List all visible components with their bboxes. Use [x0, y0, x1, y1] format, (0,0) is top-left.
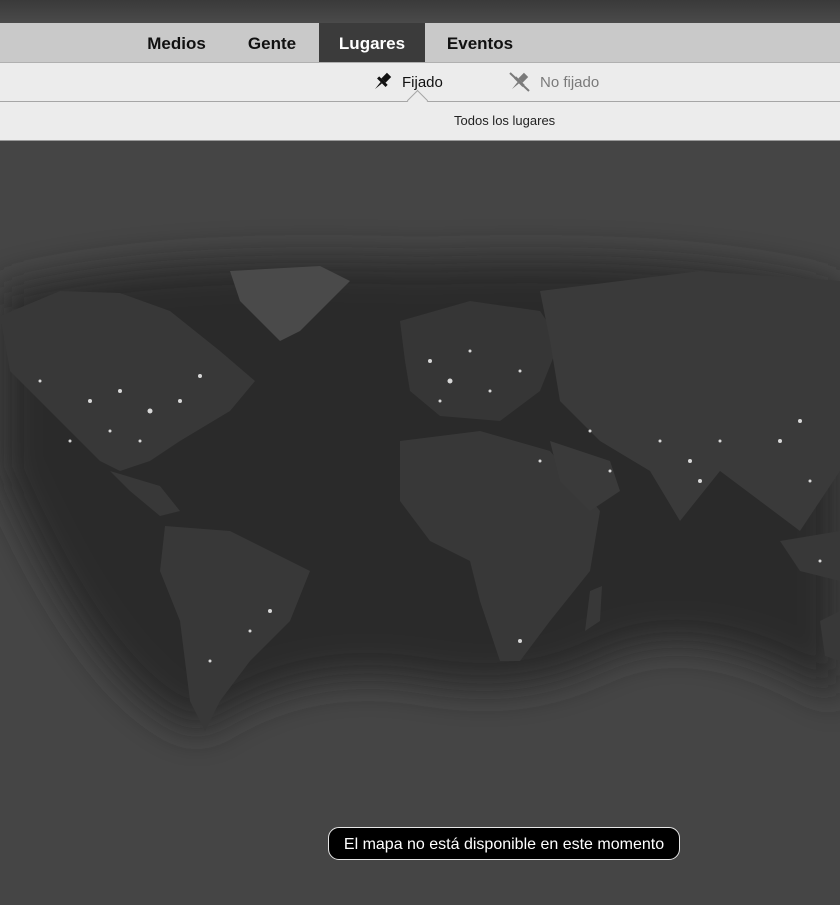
pinned-filter-label: Fijado — [402, 73, 443, 91]
tab-eventos[interactable]: Eventos — [425, 23, 535, 62]
tab-medios[interactable]: Medios — [128, 23, 225, 62]
pin-off-icon — [509, 72, 530, 92]
category-tab-bar: Medios Gente Lugares Eventos — [0, 23, 840, 63]
tab-gente[interactable]: Gente — [225, 23, 319, 62]
window-top-bar — [0, 0, 840, 23]
all-places-filter[interactable]: Todos los lugares — [454, 102, 555, 140]
world-map-image — [0, 259, 840, 731]
pin-icon — [374, 72, 392, 90]
world-map[interactable] — [0, 141, 840, 905]
tab-lugares[interactable]: Lugares — [319, 23, 425, 62]
unpinned-filter-label: No fijado — [540, 73, 600, 91]
pinned-filter[interactable]: Fijado — [370, 63, 443, 101]
unpinned-filter[interactable]: No fijado — [507, 63, 599, 101]
map-unavailable-notice: El mapa no está disponible en este momen… — [328, 827, 680, 860]
